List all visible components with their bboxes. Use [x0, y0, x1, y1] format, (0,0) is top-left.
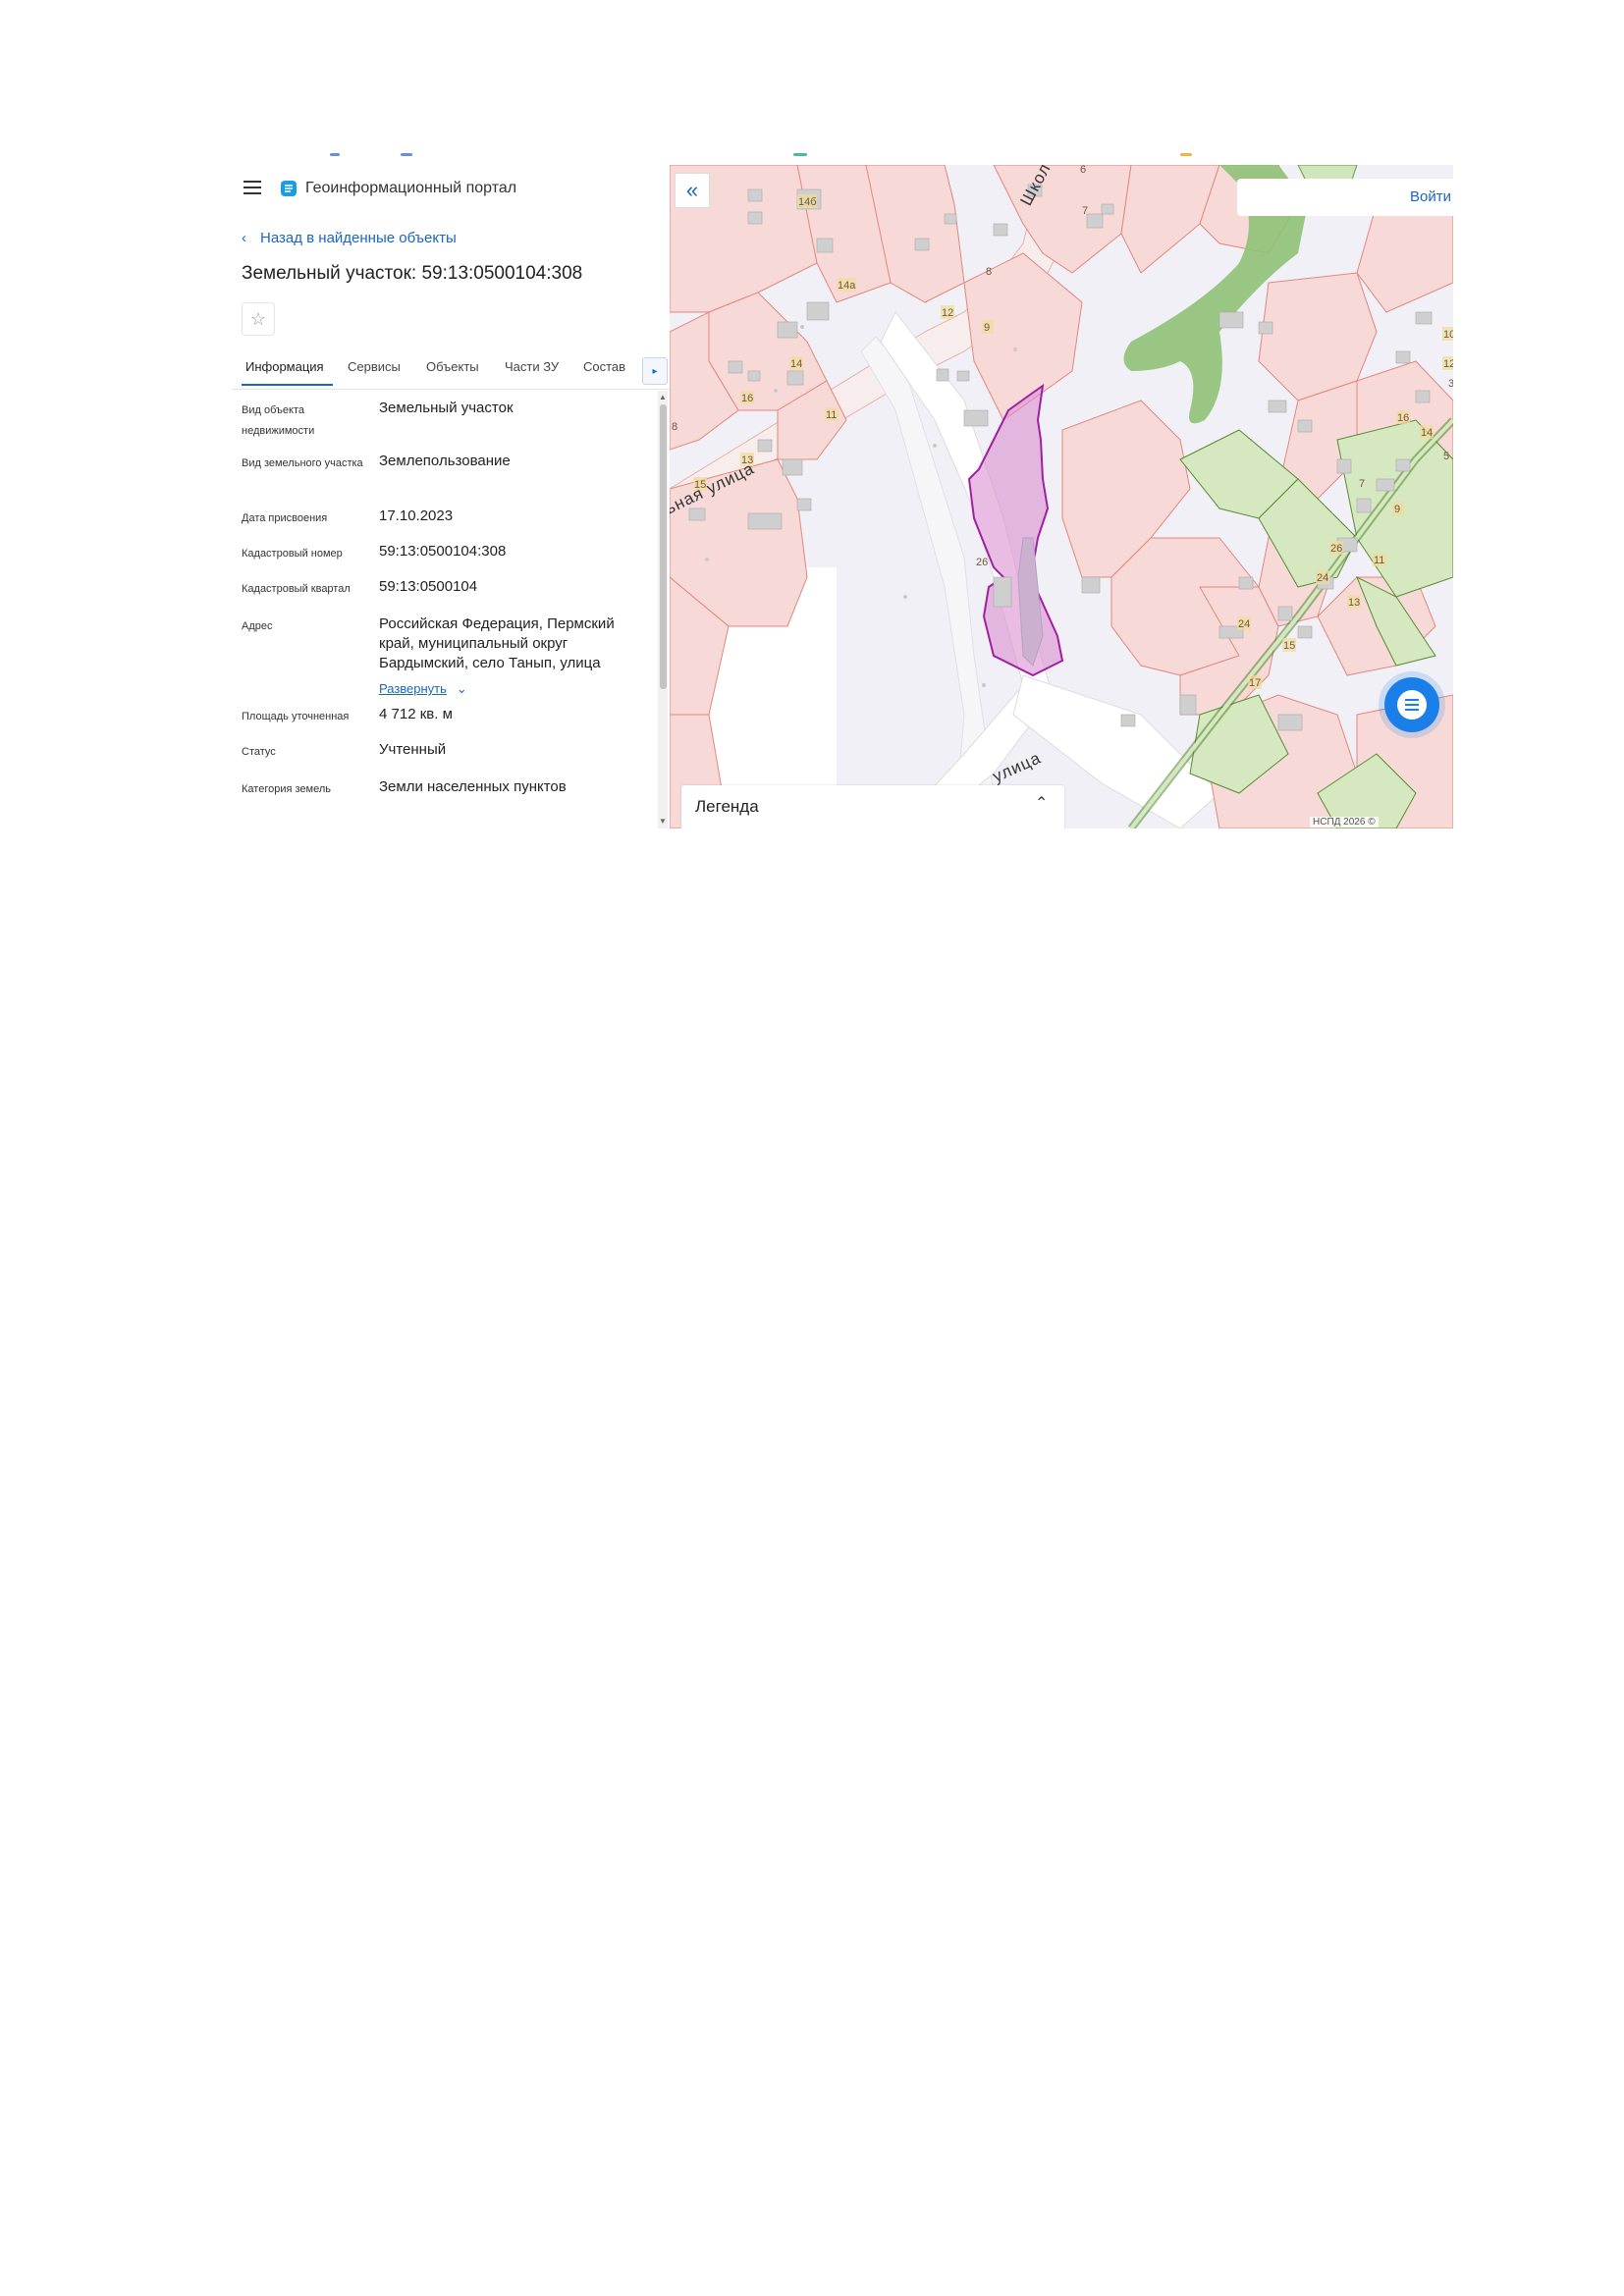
house-number: 16	[1397, 412, 1409, 424]
property-value: 4 712 кв. м	[379, 706, 453, 722]
tab-objects[interactable]: Объекты	[426, 359, 479, 374]
legend-label: Легенда	[695, 797, 759, 816]
property-label: Площадь уточненная	[242, 711, 350, 722]
login-label: Войти	[1410, 188, 1451, 205]
house-number: 14а	[838, 280, 856, 292]
property-value: 59:13:0500104:308	[379, 543, 507, 560]
favorite-star-icon[interactable]: ☆	[242, 302, 275, 336]
tab-services[interactable]: Сервисы	[348, 359, 401, 374]
chevron-down-icon: ⌄	[456, 681, 467, 696]
copyright: НСПД 2026 ©	[1310, 817, 1379, 828]
house-number: 14	[790, 358, 802, 370]
collapse-panel-icon[interactable]: «	[675, 173, 710, 208]
tabs-scroll-right-icon[interactable]: ▸	[642, 357, 668, 385]
property-label: Категория земель	[242, 783, 331, 795]
tab-information[interactable]: Информация	[245, 359, 324, 374]
house-number: 16	[741, 393, 753, 404]
house-number: 11	[1374, 555, 1384, 566]
house-number: 6	[1080, 165, 1086, 176]
login-button[interactable]: Войти	[1237, 179, 1453, 216]
scroll-down-icon[interactable]: ▼	[658, 817, 668, 826]
cadastral-map[interactable]: 14б 14а 14 16 11 13 15 8 12 9 8 7 6 26 1…	[670, 165, 1453, 828]
expand-address-link[interactable]: Развернуть ⌄	[379, 681, 467, 697]
expand-label: Развернуть	[379, 681, 447, 696]
screenshot: Геоинформационный портал ‹ Назад в найден…	[232, 165, 1453, 828]
property-value: 17.10.2023	[379, 507, 454, 524]
house-number: 11	[826, 409, 837, 421]
house-number: 26	[1330, 543, 1342, 555]
house-number: 3	[1448, 378, 1453, 390]
back-link-label: Назад в найденные объекты	[260, 230, 457, 246]
property-value: Российская Федерация, Пермский край, мун…	[379, 615, 615, 671]
house-number: 8	[986, 266, 992, 278]
menu-icon[interactable]	[244, 181, 261, 194]
page-title: Земельный участок: 59:13:0500104:308	[242, 263, 583, 284]
tab-bar: Информация Сервисы Объекты Части ЗУ Сост…	[232, 351, 670, 390]
property-value: Землепользование	[379, 453, 511, 469]
house-number: 9	[984, 322, 990, 334]
house-number: 10	[1443, 329, 1453, 341]
property-value: Земли населенных пунктов	[379, 778, 567, 795]
map-view[interactable]: 14б 14а 14 16 11 13 15 8 12 9 8 7 6 26 1…	[670, 165, 1453, 828]
property-label: Вид объекта недвижимости	[242, 404, 315, 437]
browser-top-strip	[232, 147, 1453, 165]
portal-name[interactable]: Геоинформационный портал	[305, 180, 516, 197]
house-number: 7	[1082, 205, 1088, 217]
property-label: Статус	[242, 746, 276, 758]
house-number: 14	[1421, 427, 1433, 439]
chat-icon	[1397, 690, 1427, 720]
property-label: Адрес	[242, 620, 273, 632]
house-number: 7	[1359, 478, 1365, 490]
property-value: 59:13:0500104	[379, 578, 478, 595]
house-number: 12	[942, 307, 953, 319]
scrollbar-thumb[interactable]	[660, 404, 667, 689]
house-number: 9	[1394, 504, 1400, 515]
house-number: 17	[1249, 677, 1261, 689]
info-panel: Геоинформационный портал ‹ Назад в найден…	[232, 165, 671, 828]
active-tab-indicator	[242, 384, 333, 386]
tab-composition[interactable]: Состав	[583, 359, 626, 374]
expand-collapse-icon: ⌃	[1035, 795, 1049, 812]
house-number: 14б	[798, 196, 817, 208]
portal-logo-icon	[281, 181, 297, 196]
house-number: 8	[672, 421, 677, 433]
scroll-up-icon[interactable]: ▲	[658, 393, 668, 401]
back-link[interactable]: ‹ Назад в найденные объекты	[242, 230, 457, 246]
property-label: Дата присвоения	[242, 512, 328, 524]
house-number: 15	[1283, 640, 1295, 652]
house-number: 13	[1348, 597, 1360, 609]
house-number: 26	[976, 557, 988, 568]
property-label: Кадастровый квартал	[242, 583, 351, 595]
chat-button[interactable]	[1384, 677, 1439, 732]
property-label: Вид земельного участка	[242, 457, 363, 469]
house-number: 24	[1238, 618, 1250, 630]
property-value: Учтенный	[379, 741, 447, 758]
house-number: 5	[1443, 451, 1449, 462]
house-number: 24	[1317, 572, 1328, 584]
property-label: Кадастровый номер	[242, 548, 343, 560]
chevron-left-icon: ‹	[242, 230, 246, 246]
legend-dropdown[interactable]: Легенда ⌃	[681, 785, 1064, 828]
selected-parcel	[967, 383, 1064, 677]
house-number: 12	[1443, 358, 1453, 370]
tab-parts[interactable]: Части ЗУ	[505, 359, 559, 374]
property-value: Земельный участок	[379, 400, 514, 416]
